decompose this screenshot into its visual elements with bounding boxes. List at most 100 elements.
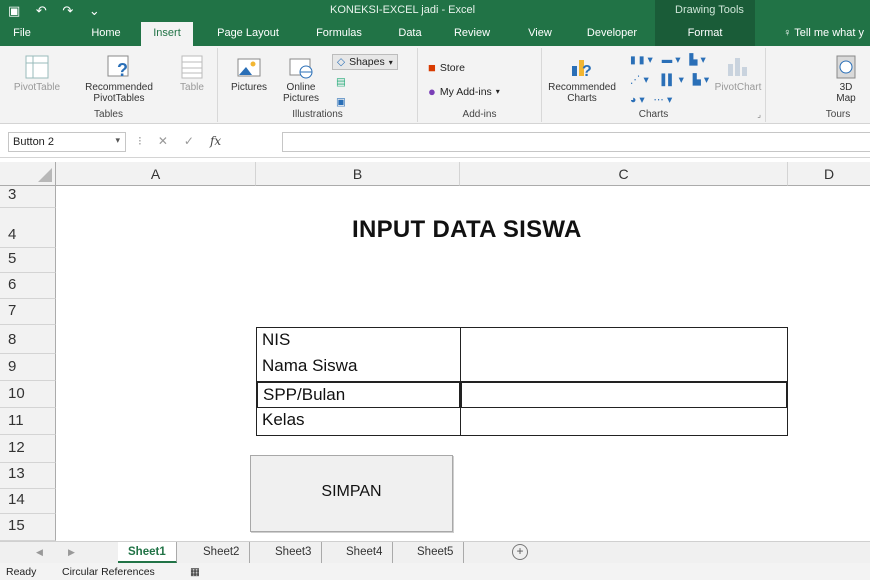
row-header-6[interactable]: 6 — [0, 273, 56, 299]
pivotchart-button[interactable]: PivotChart — [712, 54, 764, 93]
recommended-pivottables-button[interactable]: ? Recommended PivotTables — [72, 54, 166, 104]
group-label-tables: Tables — [94, 109, 123, 120]
sheet-tab-sheet3[interactable]: Sheet3 — [265, 542, 323, 563]
add-sheet-icon[interactable]: + — [512, 544, 528, 560]
my-addins-label: My Add-ins — [439, 85, 492, 98]
tab-data[interactable]: Data — [388, 22, 432, 46]
row-header-13[interactable]: 13 — [0, 463, 56, 489]
tab-insert[interactable]: Insert — [141, 22, 193, 46]
table-button[interactable]: Table — [172, 54, 212, 93]
tab-home[interactable]: Home — [80, 22, 132, 46]
row-header-7[interactable]: 7 — [0, 299, 56, 325]
label-kelas[interactable]: Kelas — [256, 408, 461, 436]
online-pictures-label: Pictures — [282, 93, 320, 104]
column-header-c[interactable]: C — [460, 162, 788, 186]
input-spp-bulan[interactable] — [460, 381, 788, 409]
column-header-b[interactable]: B — [256, 162, 460, 186]
column-header-a[interactable]: A — [56, 162, 256, 186]
row-header-4[interactable]: 4 — [0, 208, 56, 248]
ribbon: PivotTable ? Recommended PivotTables Tab… — [0, 46, 870, 124]
row-header-3[interactable]: 3 — [0, 186, 56, 208]
scroll-left-icon[interactable]: ◀ — [36, 547, 43, 558]
macro-record-icon[interactable]: ▦ — [190, 566, 200, 578]
globe-map-icon — [836, 55, 856, 79]
tab-page-layout[interactable]: Page Layout — [203, 22, 293, 46]
tell-me-box[interactable]: ♀ Tell me what y — [777, 22, 870, 46]
pivottable-label: PivotTable — [13, 82, 61, 93]
row-header-9[interactable]: 9 — [0, 354, 56, 381]
select-all-corner[interactable] — [0, 162, 56, 186]
group-tours: 3D Map Tours — [766, 48, 870, 122]
screenshot-button[interactable]: ▣ — [336, 96, 346, 108]
input-nama-siswa[interactable] — [460, 354, 788, 382]
row-header-8[interactable]: 8 — [0, 325, 56, 354]
enter-check-icon[interactable]: ✓ — [184, 134, 194, 148]
column-header-d[interactable]: D — [788, 162, 870, 186]
table-icon — [181, 55, 203, 79]
group-label-addins: Add-ins — [462, 109, 497, 120]
label-nis[interactable]: NIS — [256, 327, 461, 355]
scatter-chart-button[interactable]: ⋰▾ ▐▌▾ ▙▾ — [630, 74, 712, 86]
ribbon-tabs: File Home Insert Page Layout Formulas Da… — [0, 22, 870, 46]
scroll-right-icon[interactable]: ▶ — [68, 547, 75, 558]
label-spp-bulan[interactable]: SPP/Bulan — [256, 381, 461, 409]
smartart-button[interactable]: ▤ — [336, 76, 346, 88]
group-label-tours: Tours — [825, 109, 851, 120]
label-nama-siswa[interactable]: Nama Siswa — [256, 354, 461, 382]
quick-access-toolbar[interactable]: ▣ ↶ ↷ ⌄ — [8, 3, 106, 19]
my-addins-button[interactable]: ● My Add-ins ▾ — [428, 84, 500, 99]
store-icon: ■ — [428, 60, 436, 75]
lightbulb-icon: ♀ — [783, 27, 792, 39]
smartart-icon: ▤ — [336, 76, 346, 88]
sheet-tab-sheet1[interactable]: Sheet1 — [118, 542, 177, 563]
title-bar: ▣ ↶ ↷ ⌄ KONEKSI-EXCEL jadi - Excel Drawi… — [0, 0, 870, 22]
shapes-button[interactable]: ◇ Shapes ▾ — [332, 54, 398, 70]
sheet-tab-sheet2[interactable]: Sheet2 — [193, 542, 251, 563]
tell-me-label: Tell me what y — [794, 27, 864, 39]
row-header-14[interactable]: 14 — [0, 489, 56, 514]
tab-review[interactable]: Review — [443, 22, 501, 46]
status-circular-references[interactable]: Circular References — [62, 566, 155, 578]
row-header-12[interactable]: 12 — [0, 435, 56, 463]
shapes-label: Shapes — [349, 56, 385, 68]
tab-formulas[interactable]: Formulas — [305, 22, 373, 46]
row-header-11[interactable]: 11 — [0, 408, 56, 435]
formula-bar: Button 2 ▾ ⁝ ✕ ✓ fx — [0, 124, 870, 158]
tab-view[interactable]: View — [518, 22, 562, 46]
insert-function-icon[interactable]: fx — [210, 134, 221, 148]
row-header-5[interactable]: 5 — [0, 248, 56, 273]
group-label-charts: Charts — [638, 109, 669, 120]
pivottable-button[interactable]: PivotTable — [8, 54, 66, 93]
group-addins: ■ Store ● My Add-ins ▾ Add-ins — [418, 48, 542, 122]
chevron-down-icon[interactable]: ▾ — [115, 135, 120, 146]
3d-map-button[interactable]: 3D Map — [826, 54, 866, 104]
input-kelas[interactable] — [460, 408, 788, 436]
tab-file[interactable]: File — [0, 22, 44, 46]
3d-label: 3D — [839, 82, 853, 93]
shapes-icon: ◇ — [337, 56, 346, 68]
name-box[interactable]: Button 2 ▾ — [8, 132, 126, 152]
column-chart-icon: ▮▮▾ ▬▾ ▙▾ — [630, 54, 709, 66]
sheet-tab-sheet5[interactable]: Sheet5 — [407, 542, 465, 563]
recommended-label: Recommended — [85, 82, 153, 93]
online-pictures-button[interactable]: Online Pictures — [274, 54, 328, 104]
simpan-button[interactable]: SIMPAN — [250, 455, 453, 532]
recommended-charts-button[interactable]: ? Recommended Charts — [546, 54, 618, 104]
pie-chart-button[interactable]: ◕▾ ⋯▾ — [630, 94, 675, 106]
input-nis[interactable] — [460, 327, 788, 355]
dialog-launcher-icon[interactable]: ⌟ — [757, 110, 761, 119]
row-header-10[interactable]: 10 — [0, 381, 56, 408]
store-button[interactable]: ■ Store — [428, 60, 465, 75]
tab-format[interactable]: Format — [655, 22, 755, 46]
svg-text:?: ? — [582, 63, 592, 80]
pictures-button[interactable]: Pictures — [226, 54, 272, 93]
scatter-chart-icon: ⋰▾ ▐▌▾ ▙▾ — [630, 74, 713, 86]
cancel-icon[interactable]: ✕ — [158, 134, 168, 148]
row-header-15[interactable]: 15 — [0, 514, 56, 541]
sheet-tab-sheet4[interactable]: Sheet4 — [336, 542, 394, 563]
column-chart-button[interactable]: ▮▮▾ ▬▾ ▙▾ — [630, 54, 709, 66]
formula-controls: ⁝ ✕ ✓ fx — [138, 134, 221, 148]
tab-developer[interactable]: Developer — [572, 22, 652, 46]
pivottables-label: PivotTables — [93, 93, 145, 104]
formula-input[interactable] — [282, 132, 870, 152]
